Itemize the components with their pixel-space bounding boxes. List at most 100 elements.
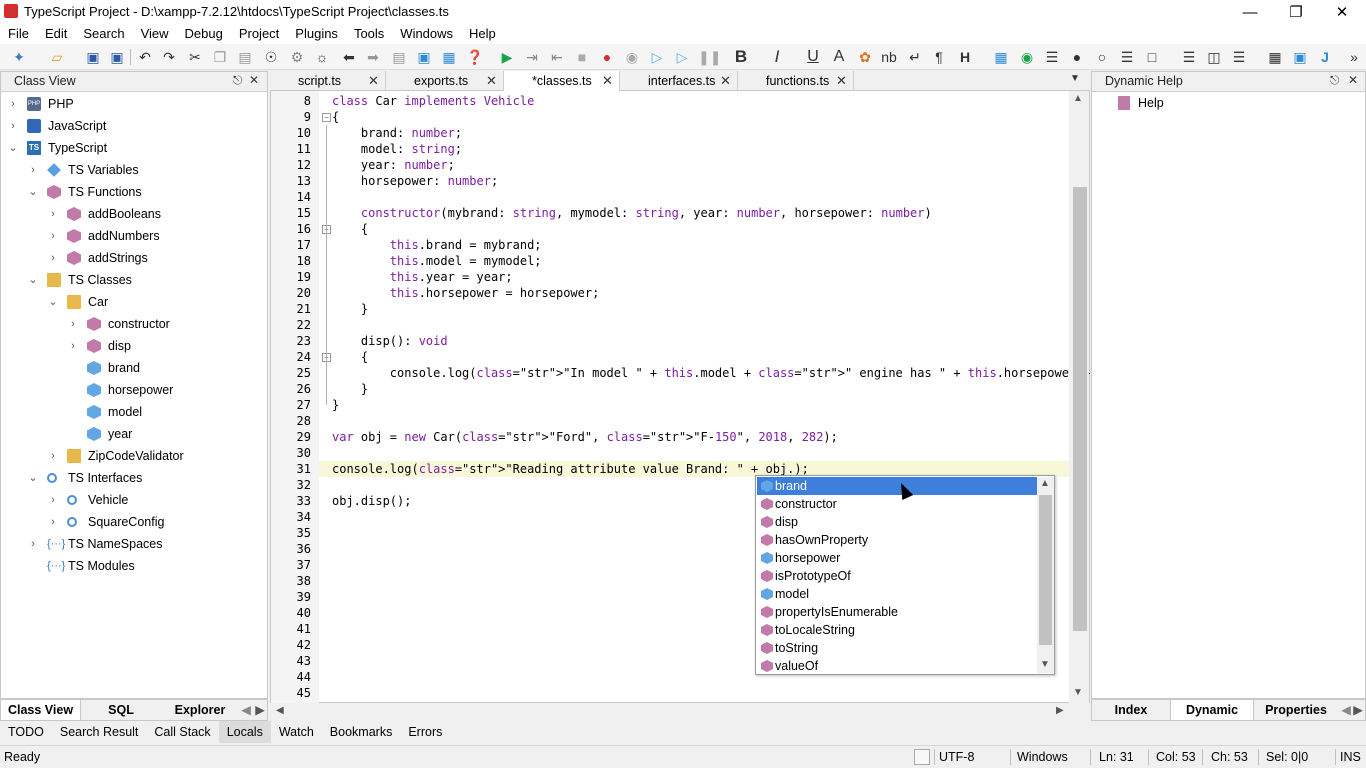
tab-properties[interactable]: Properties xyxy=(1254,700,1338,720)
code-line[interactable]: } xyxy=(332,381,368,397)
toolbar-overflow-icon[interactable]: » xyxy=(1345,48,1363,66)
script-icon[interactable]: J xyxy=(1316,48,1334,66)
expand-arrow-icon[interactable]: › xyxy=(28,533,38,555)
scroll-down-icon[interactable]: ▼ xyxy=(1040,659,1050,670)
tabs-left-icon[interactable]: ◀ xyxy=(1340,700,1352,720)
menu-search[interactable]: Search xyxy=(75,24,132,44)
expand-arrow-icon[interactable]: › xyxy=(48,445,58,467)
save-all-icon[interactable]: ▣ xyxy=(108,48,126,66)
expand-arrow-icon[interactable]: › xyxy=(48,225,58,247)
columns-icon[interactable]: ◫ xyxy=(1205,48,1223,66)
tab-interfaces-ts[interactable]: interfaces.ts ✕ xyxy=(620,71,738,91)
code-line[interactable]: { xyxy=(332,221,368,237)
tree-item[interactable]: brand xyxy=(1,357,267,379)
code-line[interactable]: } xyxy=(332,397,339,413)
tree-item[interactable]: model xyxy=(1,401,267,423)
tabs-left-icon[interactable]: ◀ xyxy=(239,700,253,720)
run-icon[interactable]: ▶ xyxy=(498,48,516,66)
menu-file[interactable]: File xyxy=(0,24,37,44)
pin-icon[interactable]: ⎋ xyxy=(1330,73,1340,88)
tree-item[interactable]: ⌄ Car xyxy=(1,291,267,313)
save-icon[interactable]: ▣ xyxy=(84,48,102,66)
tab-class-view[interactable]: Class View xyxy=(1,700,81,720)
comment-icon[interactable]: ● xyxy=(1068,48,1086,66)
back-icon[interactable]: ⬅ xyxy=(340,48,358,66)
fold-toggle-icon[interactable]: − xyxy=(322,113,331,122)
center-icon[interactable]: ☰ xyxy=(1118,48,1136,66)
scroll-down-icon[interactable]: ▼ xyxy=(1073,687,1083,698)
form-icon[interactable]: ▣ xyxy=(1291,48,1309,66)
stop-icon[interactable]: ■ xyxy=(573,48,591,66)
autocomplete-item[interactable]: disp xyxy=(757,513,1037,531)
undo-icon[interactable]: ↶ xyxy=(136,48,154,66)
tree-item[interactable]: › Vehicle xyxy=(1,489,267,511)
fullscreen-icon[interactable]: ▣ xyxy=(415,48,433,66)
scroll-left-icon[interactable]: ◀ xyxy=(276,705,284,716)
tree-item[interactable]: › ZipCodeValidator xyxy=(1,445,267,467)
expand-arrow-icon[interactable]: › xyxy=(28,159,38,181)
code-line[interactable]: class Car implements Vehicle xyxy=(332,93,534,109)
step-icon[interactable]: ⇥ xyxy=(523,48,541,66)
tree-item[interactable]: ⌄ TS Interfaces xyxy=(1,467,267,489)
menu-tools[interactable]: Tools xyxy=(346,24,392,44)
autocomplete-item[interactable]: toLocaleString xyxy=(757,621,1037,639)
tree-item[interactable]: › PHP PHP xyxy=(1,93,267,115)
tab-watch[interactable]: Watch xyxy=(271,721,322,743)
box-icon[interactable]: □ xyxy=(1143,48,1161,66)
new-file-icon[interactable]: ✦ xyxy=(10,48,28,66)
expand-arrow-icon[interactable]: › xyxy=(68,335,78,357)
collapse-arrow-icon[interactable]: ⌄ xyxy=(28,181,38,203)
nbsp-icon[interactable]: nb xyxy=(880,48,898,66)
tab-bookmarks[interactable]: Bookmarks xyxy=(322,721,401,743)
collapse-arrow-icon[interactable]: ⌄ xyxy=(28,269,38,291)
tabs-right-icon[interactable]: ▶ xyxy=(253,700,267,720)
tab-script-ts[interactable]: script.ts ✕ xyxy=(270,71,386,91)
help-link[interactable]: Help xyxy=(1138,96,1164,110)
tab-sql[interactable]: SQL xyxy=(81,700,161,720)
autocomplete-item[interactable]: valueOf xyxy=(757,657,1037,675)
tab-index[interactable]: Index xyxy=(1092,700,1170,720)
close-tab-icon[interactable]: ✕ xyxy=(602,71,613,91)
tree-item[interactable]: › constructor xyxy=(1,313,267,335)
tree-item[interactable]: › JavaScript xyxy=(1,115,267,137)
tabs-right-icon[interactable]: ▶ xyxy=(1352,700,1364,720)
code-line[interactable]: this.brand = mybrand; xyxy=(332,237,542,253)
menu-help[interactable]: Help xyxy=(461,24,504,44)
paragraph-icon[interactable]: ¶ xyxy=(930,48,948,66)
expand-arrow-icon[interactable]: › xyxy=(68,313,78,335)
close-panel-icon[interactable]: ✕ xyxy=(1348,73,1358,87)
status-line-ending[interactable]: Windows xyxy=(1017,750,1068,764)
list-icon[interactable]: ☰ xyxy=(1230,48,1248,66)
tab-search-result[interactable]: Search Result xyxy=(52,721,147,743)
tree-item[interactable]: horsepower xyxy=(1,379,267,401)
autocomplete-item[interactable]: propertyIsEnumerable xyxy=(757,603,1037,621)
link-icon[interactable]: ◉ xyxy=(1018,48,1036,66)
tree-item[interactable]: ⌄ TS Functions xyxy=(1,181,267,203)
play-icon[interactable]: ▷ xyxy=(648,48,666,66)
menu-edit[interactable]: Edit xyxy=(37,24,75,44)
close-panel-icon[interactable]: ✕ xyxy=(249,73,259,87)
tab-errors[interactable]: Errors xyxy=(400,721,450,743)
forward-icon[interactable]: ➡ xyxy=(364,48,382,66)
tree-item[interactable]: › TS Variables xyxy=(1,159,267,181)
tree-item[interactable]: › addNumbers xyxy=(1,225,267,247)
copy-icon[interactable]: ❐ xyxy=(211,48,229,66)
anchor-icon[interactable]: ○ xyxy=(1093,48,1111,66)
tab-exports-ts[interactable]: exports.ts ✕ xyxy=(386,71,504,91)
tree-item[interactable]: › disp xyxy=(1,335,267,357)
play-next-icon[interactable]: ▷ xyxy=(673,48,691,66)
tab-classes-ts[interactable]: *classes.ts ✕ xyxy=(504,71,620,91)
tree-item[interactable]: year xyxy=(1,423,267,445)
code-line[interactable]: { xyxy=(332,109,339,125)
paste-icon[interactable]: ▤ xyxy=(236,48,254,66)
horizontal-scrollbar[interactable]: ◀ ▶ xyxy=(270,703,1090,721)
tree-item[interactable]: ⌄ TS Classes xyxy=(1,269,267,291)
redo-icon[interactable]: ↷ xyxy=(160,48,178,66)
bold-icon[interactable]: B xyxy=(732,48,750,66)
close-tab-icon[interactable]: ✕ xyxy=(368,71,379,91)
menu-project[interactable]: Project xyxy=(231,24,287,44)
menu-debug[interactable]: Debug xyxy=(177,24,231,44)
scroll-up-icon[interactable]: ▲ xyxy=(1073,93,1083,104)
font-color-icon[interactable]: A xyxy=(830,48,848,66)
expand-arrow-icon[interactable]: › xyxy=(48,203,58,225)
